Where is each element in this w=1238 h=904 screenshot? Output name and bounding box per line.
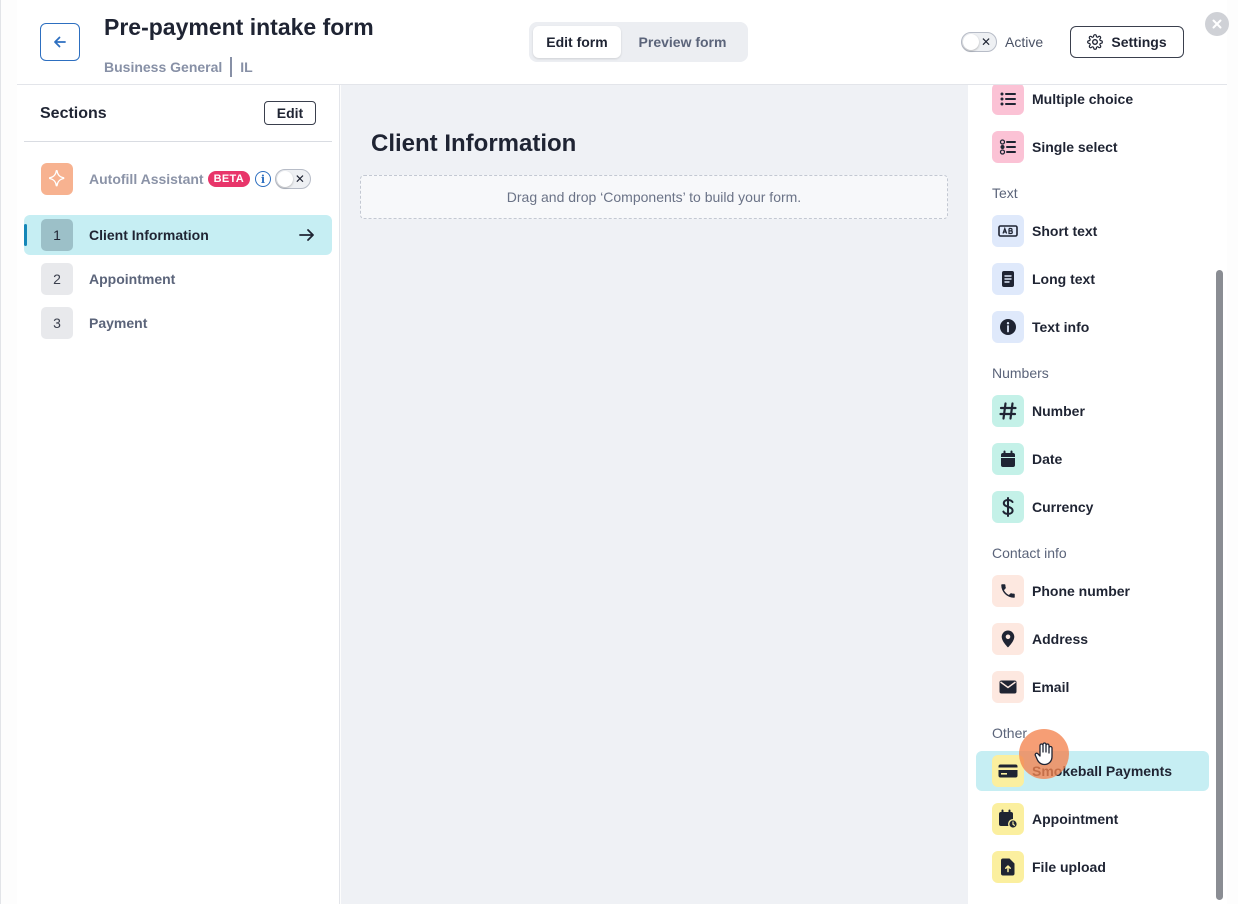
scrollbar-thumb[interactable]	[1216, 270, 1223, 900]
phone-icon	[992, 575, 1024, 607]
component-label: Multiple choice	[1032, 91, 1134, 107]
component-label: Single select	[1032, 139, 1118, 155]
component-file-upload[interactable]: File upload	[976, 847, 1209, 887]
group-heading-other: Other	[992, 725, 1028, 741]
toggle-knob	[276, 171, 293, 187]
section-number: 1	[41, 219, 73, 251]
component-phone-number[interactable]: Phone number	[976, 571, 1209, 611]
document-icon	[992, 263, 1024, 295]
section-label: Payment	[89, 315, 148, 331]
tab-preview-form[interactable]: Preview form	[621, 26, 744, 58]
autofill-label: Autofill Assistant	[89, 171, 204, 187]
autofill-toggle[interactable]: ✕	[274, 169, 311, 189]
list-icon	[992, 85, 1024, 115]
component-label: Appointment	[1032, 811, 1119, 827]
section-label: Appointment	[89, 271, 176, 287]
page-title: Pre-payment intake form	[104, 14, 374, 40]
component-label: Currency	[1032, 499, 1094, 515]
state-label: IL	[240, 59, 253, 75]
settings-button[interactable]: Settings	[1070, 26, 1184, 58]
section-number: 2	[41, 263, 73, 295]
section-item-payment[interactable]: 3 Payment	[24, 303, 332, 343]
hand-cursor-icon	[1019, 729, 1069, 779]
component-label: Email	[1032, 679, 1070, 695]
component-address[interactable]: Address	[976, 619, 1209, 659]
component-label: Short text	[1032, 223, 1098, 239]
info-icon	[992, 311, 1024, 343]
component-label: Number	[1032, 403, 1085, 419]
map-pin-icon	[992, 623, 1024, 655]
practice-area: Business General	[104, 59, 223, 75]
tab-edit-form[interactable]: Edit form	[533, 26, 621, 58]
toggle-knob	[963, 34, 979, 50]
active-toggle[interactable]: ✕	[961, 32, 997, 52]
form-canvas: Client Information Drag and drop ‘Compon…	[341, 85, 968, 904]
component-smokeball-payments[interactable]: Smokeball Payments	[976, 751, 1209, 791]
meta-divider	[230, 57, 233, 77]
component-multiple-choice[interactable]: Multiple choice	[976, 85, 1209, 119]
form-meta: Business General IL	[104, 57, 253, 77]
group-heading-text: Text	[992, 185, 1018, 201]
selected-indicator	[24, 224, 27, 246]
dollar-icon	[992, 491, 1024, 523]
sparkle-icon	[41, 163, 73, 195]
component-email[interactable]: Email	[976, 667, 1209, 707]
section-number: 3	[41, 307, 73, 339]
section-item-appointment[interactable]: 2 Appointment	[24, 259, 332, 299]
component-long-text[interactable]: Long text	[976, 259, 1209, 299]
arrow-right-icon	[299, 229, 314, 241]
group-heading-contact-info: Contact info	[992, 545, 1067, 561]
group-heading-numbers: Numbers	[992, 365, 1049, 381]
beta-badge: BETA	[207, 171, 250, 187]
component-single-select[interactable]: Single select	[976, 127, 1209, 167]
back-button[interactable]	[40, 23, 80, 61]
mode-switcher: Edit form Preview form	[529, 22, 748, 62]
calendar-icon	[992, 443, 1024, 475]
drop-zone[interactable]: Drag and drop ‘Components’ to build your…	[360, 175, 948, 219]
component-short-text[interactable]: Short text	[976, 211, 1209, 251]
section-item-client-information[interactable]: 1 Client Information	[24, 215, 332, 255]
close-window-button[interactable]	[1205, 12, 1229, 36]
components-panel: Multiple choice Single select Text Short…	[968, 85, 1227, 904]
component-label: Date	[1032, 451, 1063, 467]
hash-icon	[992, 395, 1024, 427]
component-appointment[interactable]: Appointment	[976, 799, 1209, 839]
section-title: Client Information	[371, 130, 577, 157]
file-upload-icon	[992, 851, 1024, 883]
component-label: Text info	[1032, 319, 1090, 335]
form-builder-window: Pre-payment intake form Business General…	[0, 0, 1238, 904]
close-icon	[1212, 19, 1222, 29]
calendar-clock-icon	[992, 803, 1024, 835]
component-label: Long text	[1032, 271, 1095, 287]
divider	[24, 141, 332, 142]
section-label: Client Information	[89, 227, 209, 243]
component-label: File upload	[1032, 859, 1106, 875]
settings-label: Settings	[1111, 34, 1167, 50]
envelope-icon	[992, 671, 1024, 703]
radio-list-icon	[992, 131, 1024, 163]
component-text-info[interactable]: Text info	[976, 307, 1209, 347]
component-currency[interactable]: Currency	[976, 487, 1209, 527]
component-number[interactable]: Number	[976, 391, 1209, 431]
autofill-assistant-row: Autofill Assistant BETA i ✕	[41, 163, 341, 195]
component-label: Phone number	[1032, 583, 1131, 599]
sections-sidebar: Sections Edit Autofill Assistant BETA i …	[17, 85, 340, 904]
info-icon[interactable]: i	[254, 171, 271, 187]
header: Pre-payment intake form Business General…	[17, 0, 1227, 85]
gear-icon	[1087, 34, 1104, 50]
short-text-icon	[992, 215, 1024, 247]
component-date[interactable]: Date	[976, 439, 1209, 479]
sections-heading: Sections	[40, 105, 107, 122]
component-label: Address	[1032, 631, 1089, 647]
arrow-left-icon	[54, 36, 66, 48]
edit-sections-button[interactable]: Edit	[264, 101, 316, 125]
close-icon: ✕	[294, 172, 305, 186]
active-label: Active	[1005, 34, 1044, 50]
close-icon: ✕	[980, 35, 991, 49]
